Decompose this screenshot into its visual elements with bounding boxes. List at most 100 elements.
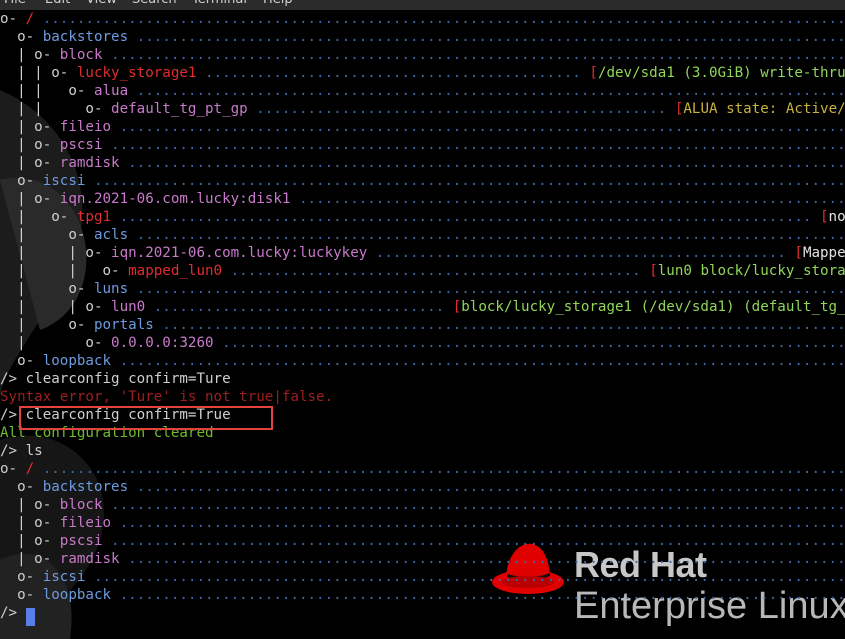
- terminal-text-segment: pscsi: [59, 533, 103, 549]
- terminal-text-segment: | | o-: [0, 83, 94, 99]
- terminal-text-segment: | | o-: [0, 299, 112, 315]
- terminal-line: | o- acls ..............................…: [0, 226, 845, 244]
- menu-view[interactable]: View: [86, 0, 117, 10]
- terminal-text-segment: backstores: [42, 29, 129, 45]
- terminal-text-segment: | o-: [0, 155, 60, 171]
- menu-help[interactable]: Help: [263, 0, 293, 10]
- terminal-text-segment: | o-: [0, 119, 60, 135]
- terminal-line: | o- tpg1 ..............................…: [0, 208, 845, 226]
- terminal-text-segment: loopback: [42, 587, 112, 603]
- terminal-text-segment: ........................................…: [222, 335, 845, 351]
- terminal-line: /> ls: [0, 442, 43, 460]
- terminal-line: | | o- alua ............................…: [0, 82, 845, 100]
- terminal-text-segment: o-: [0, 353, 43, 369]
- terminal-line: | o- block .............................…: [0, 496, 845, 514]
- terminal-text-segment: ........................................…: [162, 317, 845, 333]
- terminal-text-segment: o-: [0, 479, 43, 495]
- terminal-line: o- iscsi ...............................…: [0, 172, 845, 190]
- terminal-text-segment: iscsi: [42, 173, 86, 189]
- terminal-text-segment: [: [589, 65, 598, 81]
- terminal-text-segment: ........................................…: [85, 569, 845, 585]
- terminal-text-segment: ........................................…: [128, 227, 845, 243]
- terminal-text-segment: ........................................…: [119, 551, 845, 567]
- menu-edit[interactable]: Edit: [45, 0, 70, 10]
- terminal-line: /> clearconfig confirm=Ture: [0, 370, 231, 388]
- terminal-line: | o- ramdisk ...........................…: [0, 154, 845, 172]
- terminal-text-segment: Syntax error, 'Ture' is not true|false.: [0, 389, 334, 405]
- terminal-text-segment: ........................................…: [102, 47, 845, 63]
- menu-file[interactable]: File: [4, 0, 26, 10]
- terminal-line: o- / ...................................…: [0, 10, 845, 28]
- terminal-text-segment: 0.0.0.0:3260: [111, 335, 214, 351]
- terminal-text-segment: block: [59, 47, 103, 63]
- terminal-line: o- loopback ............................…: [0, 586, 845, 604]
- terminal-line: | o- 0.0.0.0:3260 ......................…: [0, 334, 845, 352]
- terminal-line: o- / ...................................…: [0, 460, 845, 478]
- terminal-line: Syntax error, 'Ture' is not true|false.: [0, 388, 333, 406]
- terminal-text-segment: [: [794, 245, 803, 261]
- terminal-text-segment: | o-: [0, 137, 60, 153]
- terminal-text-segment: /dev/sda1 (3.0GiB) write-thru activated: [597, 65, 845, 81]
- terminal-line: | o- luns ..............................…: [0, 280, 845, 298]
- terminal-text-segment: ........................................…: [111, 515, 845, 531]
- terminal-text-segment: | o-: [0, 317, 94, 333]
- terminal-text-segment: ........................................…: [102, 533, 845, 549]
- terminal-text-segment: ........................................…: [119, 155, 845, 171]
- terminal-text-segment: | o-: [0, 335, 112, 351]
- terminal-text-segment: ........................................…: [111, 209, 820, 225]
- terminal-text-segment: alua: [93, 83, 129, 99]
- terminal-text-segment: block: [59, 497, 103, 513]
- terminal-text-segment: />: [0, 605, 26, 621]
- terminal-line: | | o- lun0 ............................…: [0, 298, 845, 316]
- terminal-text-segment: o-: [0, 461, 26, 477]
- terminal-text-segment: ........................................…: [247, 101, 675, 117]
- terminal-text-segment: ........................................…: [111, 353, 845, 369]
- terminal-line: o- iscsi ...............................…: [0, 568, 845, 586]
- terminal-text-segment: [: [452, 299, 462, 315]
- terminal-text-segment: ........................................…: [222, 263, 650, 279]
- terminal-output[interactable]: o- / ...................................…: [0, 10, 845, 639]
- terminal-text-segment: ........................................…: [42, 11, 845, 27]
- terminal-line: | o- fileio ............................…: [0, 118, 845, 136]
- terminal-line: | o- fileio ............................…: [0, 514, 845, 532]
- terminal-line: | | o- default_tg_pt_gp ................…: [0, 100, 845, 118]
- terminal-text-segment: Mapped LUNs: 1: [802, 245, 845, 261]
- menu-search[interactable]: Search: [132, 0, 177, 10]
- terminal-text-segment: ........................................…: [196, 65, 590, 81]
- terminal-text-segment: All configuration cleared: [0, 425, 214, 441]
- terminal-text-segment: o-: [0, 569, 43, 585]
- terminal-line: | | o- mapped_lun0 .....................…: [0, 262, 845, 280]
- terminal-line: /> clearconfig confirm=True: [0, 406, 231, 424]
- terminal-text-segment: ........................................…: [102, 497, 845, 513]
- menu-terminal[interactable]: Terminal: [192, 0, 247, 10]
- terminal-text-segment: ........................................…: [42, 461, 845, 477]
- terminal-text-segment: ramdisk: [59, 551, 120, 567]
- terminal-text-segment: fileio: [59, 119, 112, 135]
- terminal-line: | o- block .............................…: [0, 46, 845, 64]
- terminal-text-segment: ALUA state: Active/optimized: [683, 101, 845, 117]
- terminal-text-segment: lun0 block/lucky_storage1 (rw): [657, 263, 845, 279]
- terminal-line: | o- pscsi .............................…: [0, 532, 845, 550]
- terminal-text-segment: ........................................…: [290, 191, 845, 207]
- terminal-text-segment: | o-: [0, 47, 60, 63]
- terminal-text-segment: loopback: [42, 353, 112, 369]
- terminal-line: | o- iqn.2021-06.com.lucky:disk1 .......…: [0, 190, 845, 208]
- terminal-text-segment: ramdisk: [59, 155, 120, 171]
- terminal-text-segment: ........................................…: [102, 137, 845, 153]
- terminal-text-segment: luns: [93, 281, 129, 297]
- terminal-line: | o- portals ...........................…: [0, 316, 845, 334]
- terminal-text-segment: | | o-: [0, 245, 112, 261]
- terminal-text-segment: | o-: [0, 515, 60, 531]
- terminal-text-segment: /: [25, 461, 35, 477]
- terminal-line: o- backstores ..........................…: [0, 28, 845, 46]
- terminal-text-segment: ........................................…: [111, 119, 845, 135]
- terminal-text-segment: iscsi: [42, 569, 86, 585]
- terminal-line: />: [0, 604, 26, 622]
- terminal-text-segment: backstores: [42, 479, 129, 495]
- terminal-text-segment: ........................................…: [128, 281, 845, 297]
- terminal-text-segment: ........................................…: [136, 29, 845, 45]
- terminal-line: | | o- lucky_storage1 ..................…: [0, 64, 845, 82]
- terminal-text-segment: | | o-: [0, 263, 129, 279]
- terminal-text-segment: o-: [0, 11, 26, 27]
- terminal-text-segment: ........................................…: [136, 479, 845, 495]
